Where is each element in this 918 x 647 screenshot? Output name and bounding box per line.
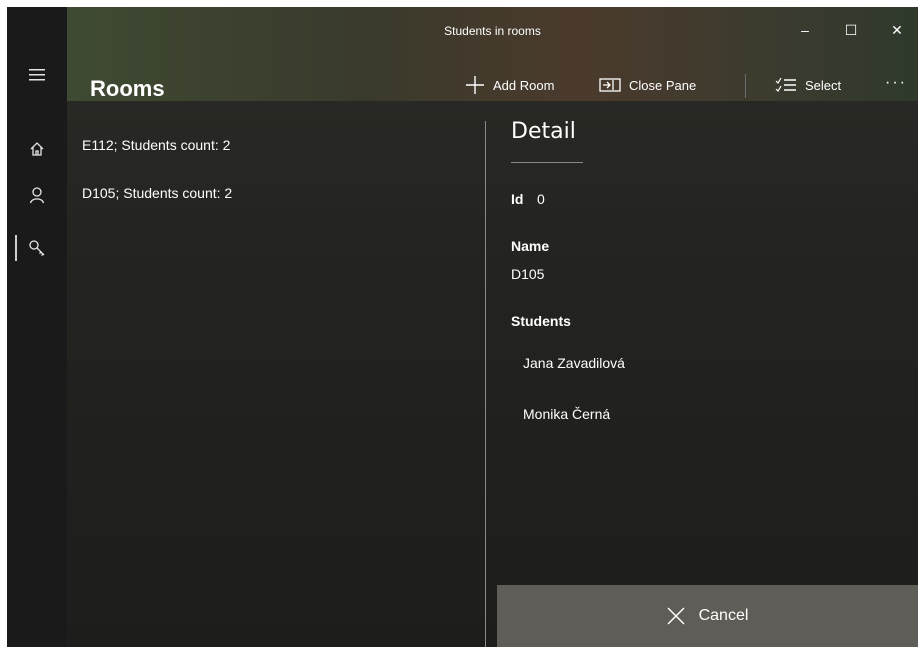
- cancel-button[interactable]: Cancel: [497, 585, 918, 647]
- detail-header: Detail: [511, 119, 576, 144]
- home-icon: [29, 141, 45, 157]
- minimize-icon: –: [801, 22, 809, 38]
- add-room-button[interactable]: Add Room: [465, 74, 554, 96]
- nav-item-students[interactable]: [7, 175, 67, 215]
- student-item[interactable]: Monika Černá: [523, 406, 610, 422]
- rooms-list: E112; Students count: 2 D105; Students c…: [67, 101, 485, 647]
- maximize-icon: ☐: [844, 21, 858, 38]
- plus-icon: [465, 75, 485, 95]
- close-window-icon: ✕: [891, 21, 903, 38]
- nav-rail: [7, 7, 67, 647]
- students-label: Students: [511, 313, 571, 329]
- more-button[interactable]: ···: [885, 72, 907, 94]
- minimize-button[interactable]: –: [787, 17, 823, 43]
- key-icon: [28, 239, 46, 257]
- list-item[interactable]: E112; Students count: 2: [82, 137, 230, 153]
- nav-item-rooms[interactable]: [7, 228, 67, 268]
- id-value: 0: [537, 191, 545, 207]
- window-frame: Students in rooms – ☐ ✕ Rooms Add Room C…: [0, 0, 918, 647]
- close-pane-label: Close Pane: [629, 77, 697, 93]
- command-separator: [745, 74, 746, 98]
- multiselect-icon: [775, 77, 797, 93]
- maximize-button[interactable]: ☐: [833, 17, 869, 43]
- id-label: Id: [511, 191, 524, 207]
- close-window-button[interactable]: ✕: [879, 17, 915, 43]
- detail-header-underline: [511, 162, 583, 163]
- list-item[interactable]: D105; Students count: 2: [82, 185, 232, 201]
- close-icon: [667, 607, 685, 625]
- detail-pane: Detail Id 0 Name D105 Students Jana Zava…: [485, 101, 918, 647]
- hamburger-button[interactable]: [7, 55, 67, 95]
- name-label: Name: [511, 238, 550, 254]
- student-item[interactable]: Jana Zavadilová: [523, 355, 625, 371]
- person-icon: [29, 186, 45, 204]
- more-icon: ···: [885, 74, 907, 91]
- add-room-label: Add Room: [493, 77, 555, 93]
- cancel-label: Cancel: [698, 607, 749, 624]
- nav-item-home[interactable]: [7, 129, 67, 169]
- name-value: D105: [511, 266, 545, 282]
- close-pane-button[interactable]: Close Pane: [599, 74, 696, 96]
- select-label: Select: [805, 77, 842, 93]
- close-pane-icon: [599, 78, 621, 92]
- hamburger-icon: [29, 69, 45, 81]
- page-title: Rooms: [90, 76, 165, 101]
- app-window: Students in rooms – ☐ ✕ Rooms Add Room C…: [7, 7, 918, 647]
- select-button[interactable]: Select: [775, 74, 841, 96]
